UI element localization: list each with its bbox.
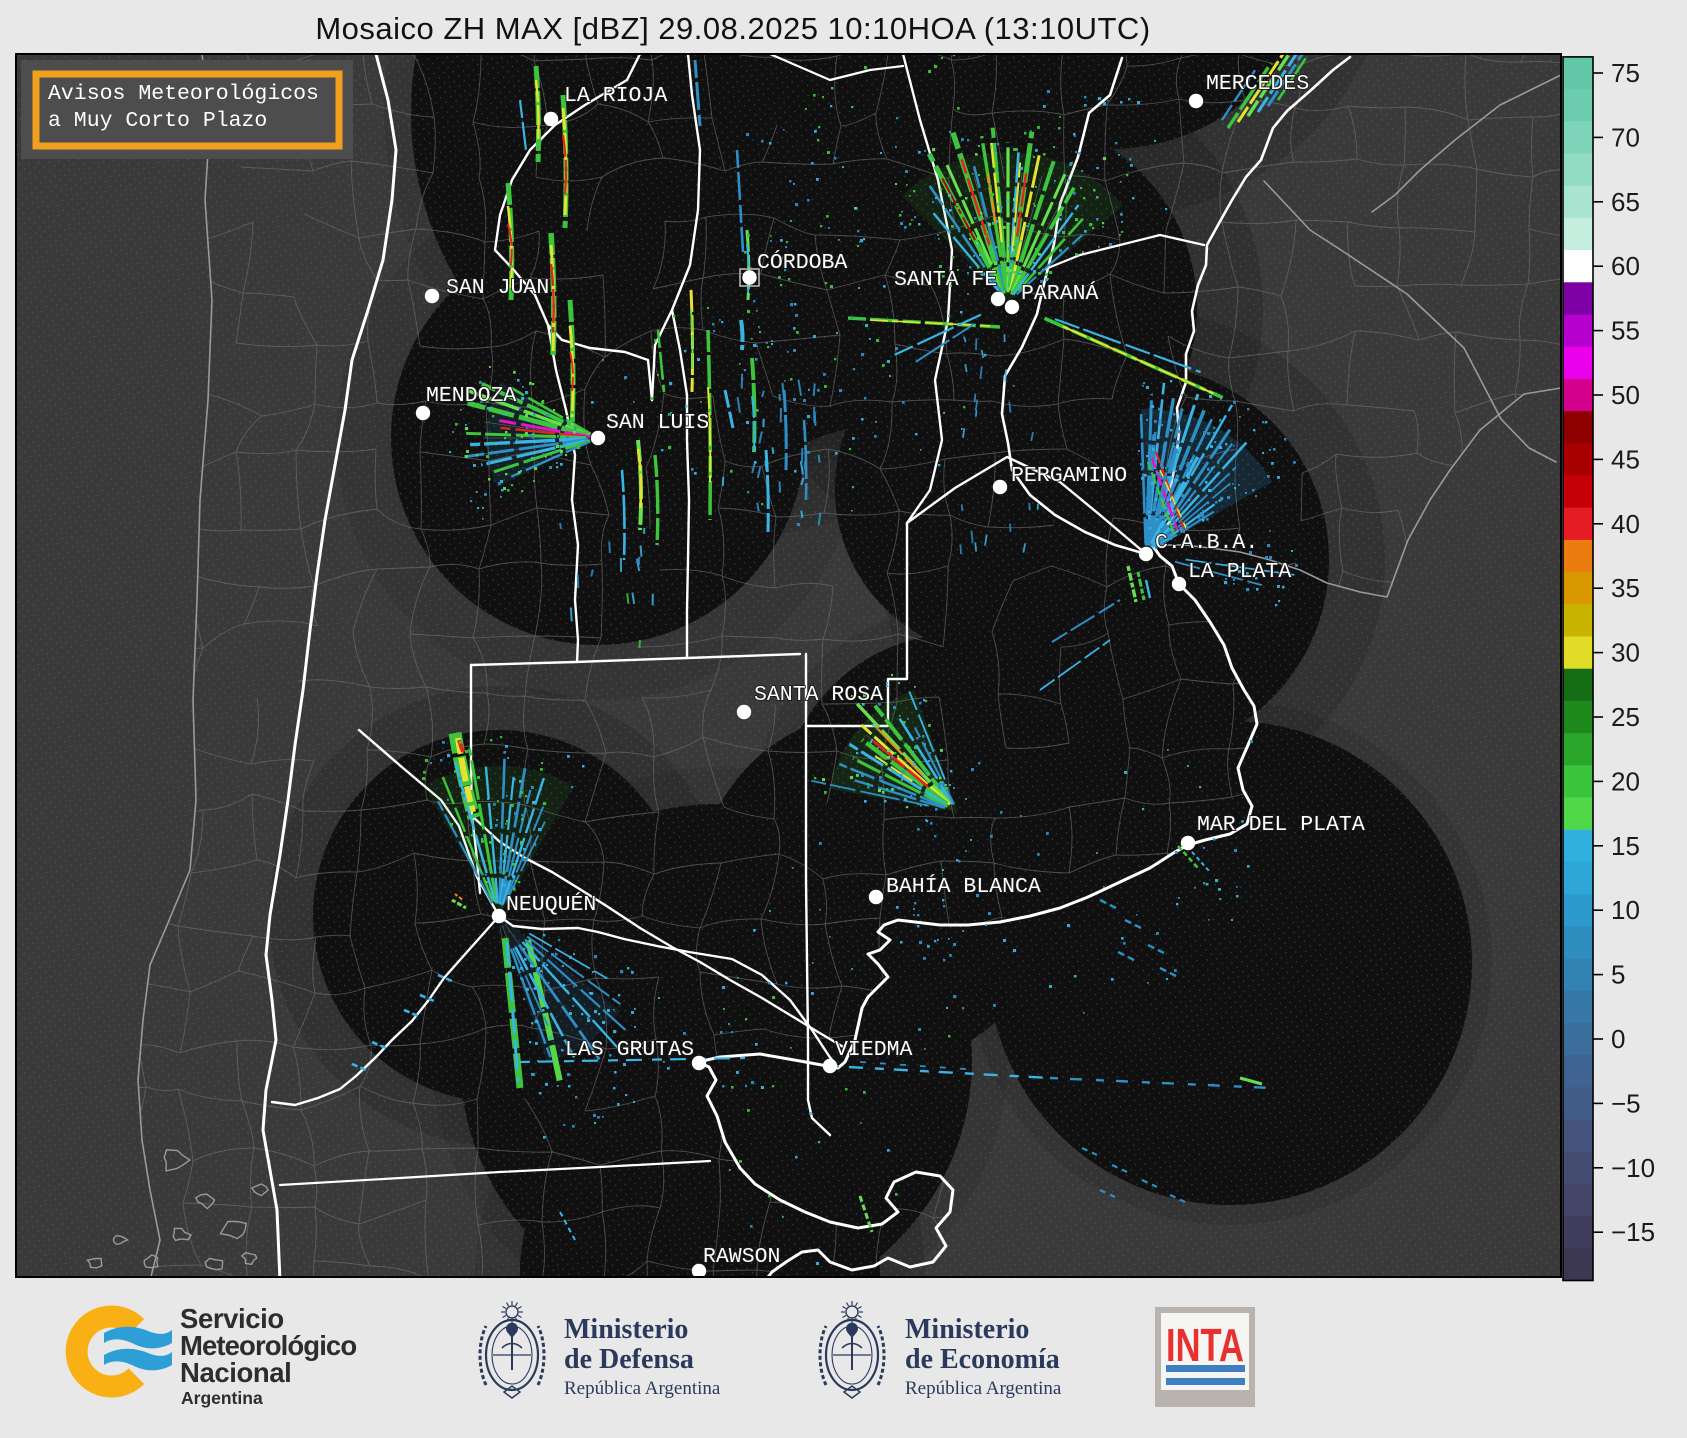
svg-text:Ministerio: Ministerio [905,1314,1029,1345]
svg-text:LA RIOJA: LA RIOJA [564,84,667,108]
svg-text:45: 45 [1611,444,1640,474]
svg-text:SANTA ROSA: SANTA ROSA [754,683,883,707]
svg-text:República Argentina: República Argentina [905,1378,1062,1399]
svg-text:BAHÍA BLANCA: BAHÍA BLANCA [886,873,1041,899]
svg-text:LAS GRUTAS: LAS GRUTAS [565,1038,694,1062]
svg-text:60: 60 [1611,251,1640,281]
svg-text:Ministerio: Ministerio [564,1314,688,1345]
svg-text:SAN LUIS: SAN LUIS [606,411,709,435]
svg-text:MAR DEL PLATA: MAR DEL PLATA [1197,813,1365,837]
svg-text:CÓRDOBA: CÓRDOBA [757,249,847,275]
svg-text:−10: −10 [1611,1153,1655,1183]
svg-text:70: 70 [1611,122,1640,152]
svg-text:−15: −15 [1611,1217,1655,1247]
svg-text:0: 0 [1611,1024,1625,1054]
svg-text:de Economía: de Economía [905,1344,1060,1375]
svg-text:Mosaico ZH MAX [dBZ] 29.08.202: Mosaico ZH MAX [dBZ] 29.08.2025 10:10HOA… [315,11,1150,46]
svg-text:20: 20 [1611,766,1640,796]
svg-text:PERGAMINO: PERGAMINO [1011,464,1127,488]
svg-text:República Argentina: República Argentina [564,1378,721,1399]
svg-text:35: 35 [1611,573,1640,603]
svg-text:40: 40 [1611,509,1640,539]
svg-text:C.A.B.A.: C.A.B.A. [1155,531,1258,555]
svg-text:Argentina: Argentina [181,1388,263,1408]
svg-text:65: 65 [1611,187,1640,217]
svg-text:Avisos Meteorológicos: Avisos Meteorológicos [48,82,319,106]
svg-text:INTA: INTA [1166,1319,1244,1371]
svg-text:5: 5 [1611,960,1625,990]
svg-text:SAN JUAN: SAN JUAN [446,276,549,300]
svg-text:NEUQUÉN: NEUQUÉN [506,891,596,917]
svg-text:RAWSON: RAWSON [703,1245,780,1269]
svg-text:de Defensa: de Defensa [564,1344,694,1375]
svg-text:a Muy Corto Plazo: a Muy Corto Plazo [48,109,267,133]
svg-text:VIEDMA: VIEDMA [835,1038,913,1062]
svg-text:30: 30 [1611,638,1640,668]
svg-text:10: 10 [1611,895,1640,925]
svg-text:−5: −5 [1611,1088,1641,1118]
svg-text:MENDOZA: MENDOZA [426,384,516,408]
svg-text:50: 50 [1611,380,1640,410]
svg-text:LA PLATA: LA PLATA [1188,560,1291,584]
svg-text:15: 15 [1611,831,1640,861]
svg-text:75: 75 [1611,58,1640,88]
svg-text:25: 25 [1611,702,1640,732]
svg-text:55: 55 [1611,316,1640,346]
svg-text:PARANÁ: PARANÁ [1021,280,1099,306]
svg-text:SANTA FE: SANTA FE [894,268,997,292]
svg-text:Nacional: Nacional [180,1357,291,1388]
svg-text:MERCEDES: MERCEDES [1206,72,1309,96]
